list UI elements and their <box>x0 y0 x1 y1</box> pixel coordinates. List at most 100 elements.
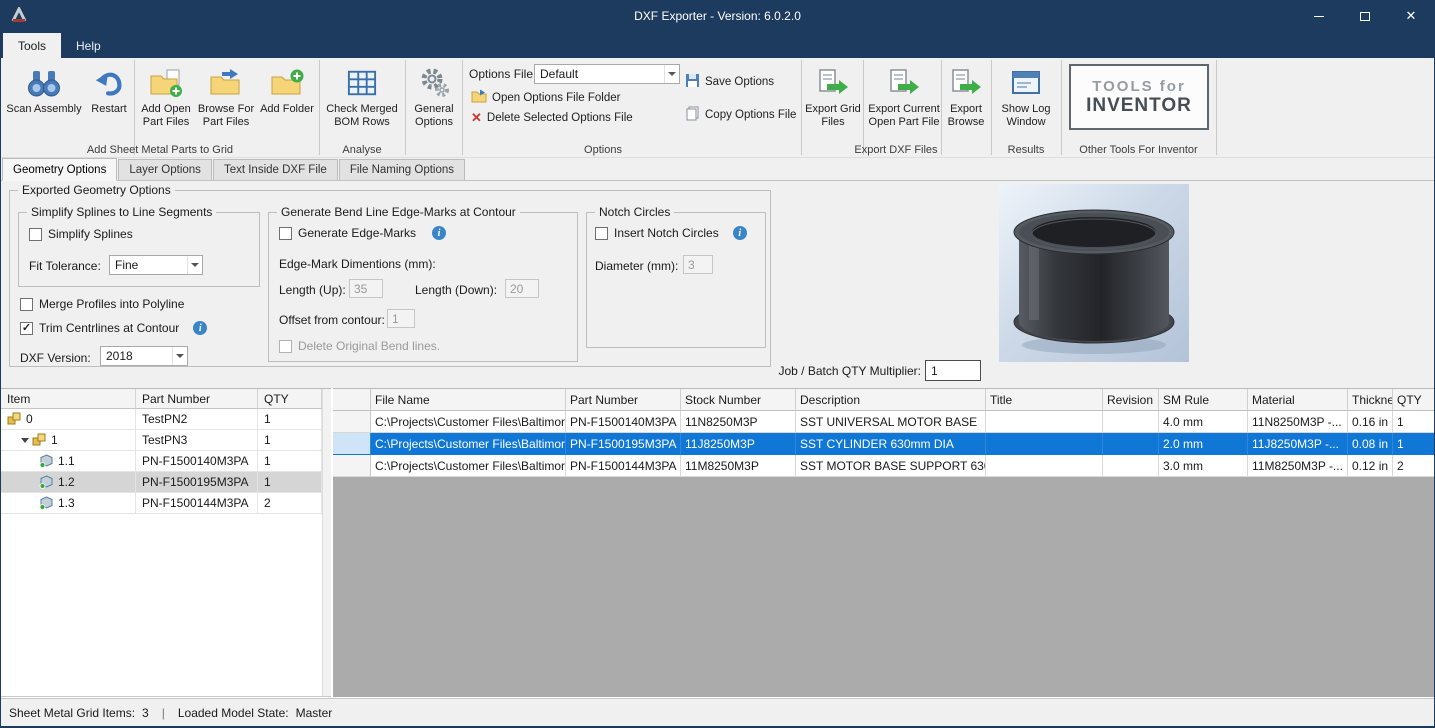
ribbon-group-analyse: Check Merged BOM Rows Analyse <box>319 58 405 158</box>
chevron-down-icon[interactable] <box>21 438 29 443</box>
open-options-file-folder-button[interactable]: Open Options File Folder <box>471 89 620 106</box>
edge-mark-dimentions-label: Edge-Mark Dimentions (mm): <box>279 257 436 271</box>
tree-col-item[interactable]: Item <box>1 389 136 408</box>
grid-row-selected[interactable]: C:\Projects\Customer Files\Baltimor... P… <box>333 433 1435 455</box>
grid-row[interactable]: C:\Projects\Customer Files\Baltimor... P… <box>333 455 1435 477</box>
tab-text-inside-dxf-file[interactable]: Text Inside DXF File <box>213 159 338 180</box>
assembly-tree-grid: Item Part Number QTY 0 TestPN2 1 1 TestP… <box>1 388 331 697</box>
menu-tab-tools[interactable]: Tools <box>3 33 61 58</box>
insert-notch-circles-checkbox-row[interactable]: Insert Notch Circles i <box>595 226 747 240</box>
show-log-window-button[interactable]: Show Log Window <box>994 61 1058 145</box>
tab-layer-options[interactable]: Layer Options <box>118 159 212 180</box>
export-browse-button[interactable]: Export Browse <box>943 61 989 145</box>
export-current-open-part-file-button[interactable]: Export Current Open Part File <box>865 61 943 145</box>
grid-row[interactable]: C:\Projects\Customer Files\Baltimor... P… <box>333 411 1435 433</box>
folder-plus-icon <box>270 63 304 103</box>
tree-col-qty[interactable]: QTY <box>258 389 322 408</box>
logo-line2: INVENTOR <box>1086 95 1192 116</box>
tree-row-selected[interactable]: 1.2 PN-F1500195M3PA 1 <box>1 472 322 493</box>
statusbar: Sheet Metal Grid Items: 3 | Loaded Model… <box>1 698 1434 726</box>
tree-part-number: PN-F1500144M3PA <box>136 493 258 513</box>
tools-for-inventor-logo[interactable]: TOOLS for INVENTOR <box>1069 64 1209 130</box>
cell-revision <box>1103 455 1159 477</box>
merge-profiles-checkbox[interactable] <box>20 298 33 311</box>
info-icon[interactable]: i <box>193 321 207 335</box>
export-browse-label: Export Browse <box>943 103 989 129</box>
options-file-combo[interactable]: Default <box>534 64 680 84</box>
model-state-value: Master <box>296 706 333 720</box>
tree-qty: 2 <box>258 493 322 513</box>
cell-stock-number: 11J8250M3P <box>681 433 796 455</box>
col-sm-rule[interactable]: SM Rule <box>1159 389 1248 410</box>
menu-tab-help[interactable]: Help <box>61 33 116 58</box>
qty-multiplier-input[interactable]: 1 <box>925 360 981 381</box>
scan-assembly-button[interactable]: Scan Assembly <box>5 61 83 145</box>
trim-centrelines-checkbox-row[interactable]: ✓ Trim Centrlines at Contour i <box>20 321 207 335</box>
folder-open-icon <box>471 89 487 106</box>
col-thickness[interactable]: Thickness <box>1348 389 1393 410</box>
col-description[interactable]: Description <box>796 389 986 410</box>
browse-for-part-files-button[interactable]: Browse For Part Files <box>197 61 255 145</box>
cell-stock-number: 11M8250M3P <box>681 455 796 477</box>
tree-part-number: PN-F1500140M3PA <box>136 451 258 471</box>
generate-edge-marks-checkbox-row[interactable]: Generate Edge-Marks i <box>279 226 446 240</box>
generate-edge-marks-checkbox[interactable] <box>279 227 292 240</box>
chevron-down-icon <box>172 347 187 365</box>
part-icon <box>39 475 54 489</box>
minimize-button[interactable] <box>1296 0 1342 32</box>
browse-for-part-files-label: Browse For Part Files <box>197 103 255 129</box>
delete-selected-options-file-button[interactable]: ✕ Delete Selected Options File <box>471 111 633 124</box>
tab-file-naming-options[interactable]: File Naming Options <box>339 159 465 180</box>
col-file-name[interactable]: File Name <box>371 389 566 410</box>
maximize-button[interactable] <box>1342 0 1388 32</box>
tree-row[interactable]: 1 TestPN3 1 <box>1 430 322 451</box>
copy-options-file-button[interactable]: Copy Options File <box>685 106 796 124</box>
tree-part-number: TestPN2 <box>136 409 258 429</box>
part-3d-preview[interactable] <box>999 184 1189 362</box>
length-down-input[interactable]: 20 <box>505 279 539 298</box>
scan-assembly-label: Scan Assembly <box>6 103 81 116</box>
simplify-splines-checkbox[interactable] <box>29 228 42 241</box>
save-options-button[interactable]: Save Options <box>685 73 774 91</box>
tree-row[interactable]: 0 TestPN2 1 <box>1 409 322 430</box>
ribbon-group-label-export: Export DXF Files <box>801 144 991 156</box>
delete-original-bend-lines-checkbox-row[interactable]: Delete Original Bend lines. <box>279 339 440 353</box>
col-qty[interactable]: QTY <box>1393 389 1435 410</box>
delete-original-bend-lines-checkbox[interactable] <box>279 340 292 353</box>
length-up-input[interactable]: 35 <box>349 279 383 298</box>
add-open-part-files-button[interactable]: Add Open Part Files <box>139 61 193 145</box>
trim-centrelines-checkbox[interactable]: ✓ <box>20 322 33 335</box>
export-grid-files-button[interactable]: Export Grid Files <box>805 61 861 145</box>
col-material[interactable]: Material <box>1248 389 1348 410</box>
simplify-splines-checkbox-row[interactable]: Simplify Splines <box>29 227 133 241</box>
tree-item-number: 1.2 <box>58 475 75 489</box>
col-title[interactable]: Title <box>986 389 1103 410</box>
info-icon[interactable]: i <box>733 226 747 240</box>
diameter-input[interactable]: 3 <box>683 255 713 274</box>
general-options-button[interactable]: General Options <box>407 61 461 145</box>
tab-geometry-options[interactable]: Geometry Options <box>2 158 117 181</box>
add-folder-button[interactable]: Add Folder <box>259 61 315 145</box>
restart-button[interactable]: Restart <box>87 61 131 145</box>
tree-row[interactable]: 1.3 PN-F1500144M3PA 2 <box>1 493 322 514</box>
check-merged-bom-rows-button[interactable]: Check Merged BOM Rows <box>322 61 402 145</box>
chevron-down-icon <box>187 256 202 274</box>
tree-row[interactable]: 1.1 PN-F1500140M3PA 1 <box>1 451 322 472</box>
tree-qty: 1 <box>258 451 322 471</box>
offset-from-contour-value: 1 <box>392 312 399 326</box>
folder-add-page-icon <box>149 63 183 103</box>
col-stock-number[interactable]: Stock Number <box>681 389 796 410</box>
col-part-number[interactable]: Part Number <box>566 389 681 410</box>
info-icon[interactable]: i <box>432 226 446 240</box>
insert-notch-circles-checkbox[interactable] <box>595 227 608 240</box>
fit-tolerance-combo[interactable]: Fine <box>109 255 203 275</box>
dxf-version-combo[interactable]: 2018 <box>100 346 188 366</box>
cell-title <box>986 411 1103 433</box>
merge-profiles-checkbox-row[interactable]: Merge Profiles into Polyline <box>20 297 184 311</box>
offset-from-contour-input[interactable]: 1 <box>387 309 415 328</box>
cell-file-name: C:\Projects\Customer Files\Baltimor... <box>371 411 566 433</box>
tree-grid-scrollbar[interactable] <box>322 389 331 696</box>
close-button[interactable]: ✕ <box>1388 0 1434 32</box>
col-revision[interactable]: Revision <box>1103 389 1159 410</box>
tree-col-part-number[interactable]: Part Number <box>136 389 258 408</box>
